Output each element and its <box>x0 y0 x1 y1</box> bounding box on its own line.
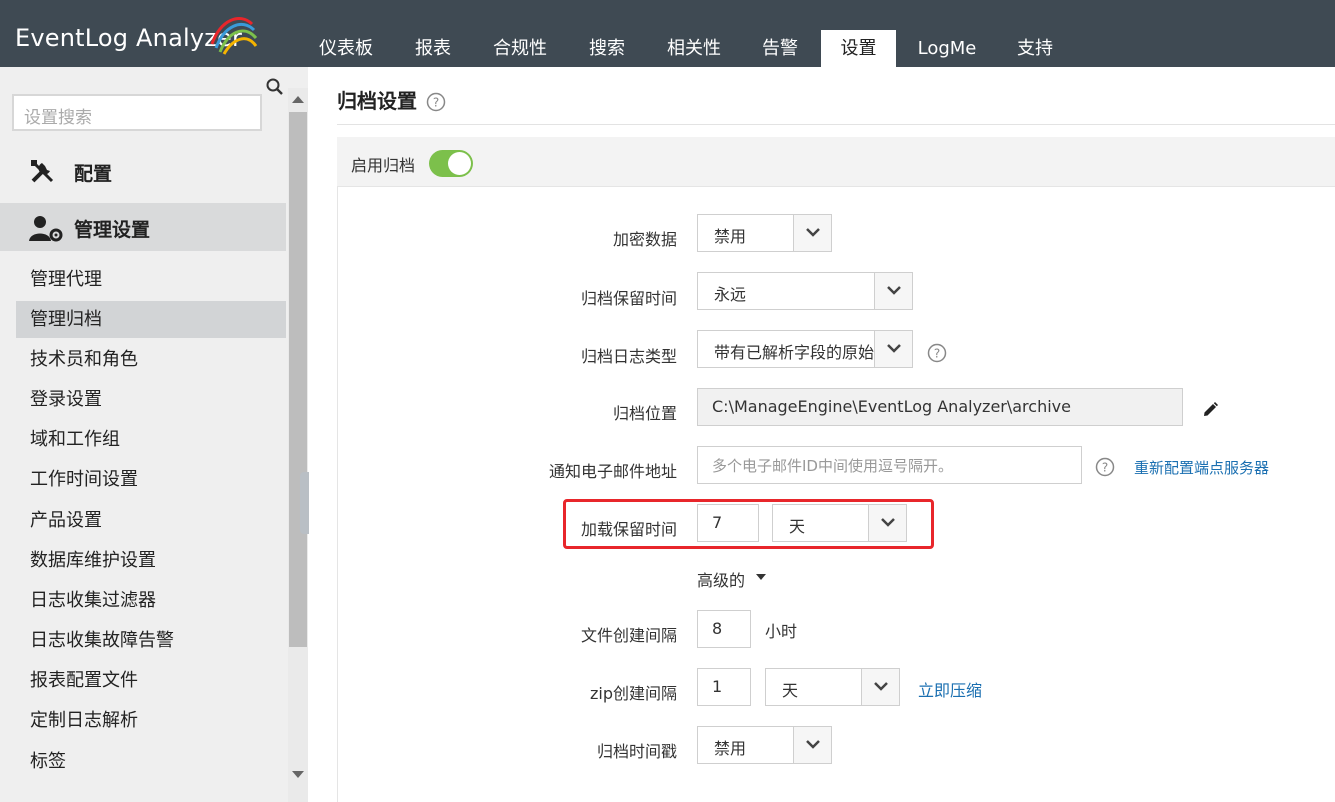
retention-value: 永远 <box>714 285 747 304</box>
help-icon[interactable]: ? <box>1095 457 1115 477</box>
tab-settings[interactable]: 设置 <box>821 30 896 67</box>
enable-archive-toggle[interactable] <box>429 150 473 177</box>
reconfigure-endpoint-link[interactable]: 重新配置端点服务器 <box>1134 457 1269 478</box>
sidebar-item-manage-agents[interactable]: 管理代理 <box>16 261 286 298</box>
sidebar-collapse-handle[interactable] <box>300 472 309 534</box>
tab-support[interactable]: 支持 <box>1002 30 1068 67</box>
help-icon[interactable]: ? <box>927 343 947 363</box>
settings-search-input[interactable]: 设置搜索 <box>12 94 262 131</box>
title-divider <box>337 124 1335 125</box>
svg-text:?: ? <box>1102 461 1108 475</box>
retention-label: 归档保留时间 <box>580 289 677 308</box>
search-icon[interactable] <box>266 78 284 96</box>
zip-interval-input[interactable]: 1 <box>697 668 751 706</box>
zip-interval-label: zip创建间隔 <box>589 684 677 703</box>
tools-icon <box>31 160 54 183</box>
sidebar-item-collection-failure-alerts[interactable]: 日志收集故障告警 <box>16 622 286 659</box>
tab-logme[interactable]: LogMe <box>906 30 988 67</box>
chevron-down-icon <box>874 331 912 367</box>
retention-select[interactable]: 永远 <box>697 272 913 310</box>
sidebar-section-config[interactable]: 配置 <box>0 147 286 195</box>
page-title: 归档设置 <box>337 89 417 113</box>
timestamp-select[interactable]: 禁用 <box>697 726 832 764</box>
tab-compliance[interactable]: 合规性 <box>481 30 559 67</box>
sidebar-section-config-label: 配置 <box>74 163 113 185</box>
scroll-down-icon[interactable] <box>292 771 304 779</box>
timestamp-value: 禁用 <box>714 739 747 758</box>
tab-dashboard[interactable]: 仪表板 <box>305 30 387 67</box>
location-label: 归档位置 <box>612 404 677 423</box>
sidebar-item-report-profiles[interactable]: 报表配置文件 <box>16 662 286 699</box>
log-type-select[interactable]: 带有已解析字段的原始 <box>697 330 913 368</box>
timestamp-label: 归档时间戳 <box>596 742 677 761</box>
sidebar-section-admin[interactable]: 管理设置 <box>0 203 286 251</box>
sidebar-item-tags[interactable]: 标签 <box>16 743 286 780</box>
load-retention-unit-value: 天 <box>789 517 806 536</box>
chevron-down-icon <box>793 215 831 251</box>
help-icon[interactable]: ? <box>426 92 446 112</box>
notification-email-input[interactable]: 多个电子邮件ID中间使用逗号隔开。 <box>697 446 1082 484</box>
log-type-value: 带有已解析字段的原始 <box>714 343 874 362</box>
tab-search[interactable]: 搜索 <box>572 30 642 67</box>
sidebar-item-custom-log-parser[interactable]: 定制日志解析 <box>16 702 286 739</box>
log-type-label: 归档日志类型 <box>580 347 677 366</box>
compress-now-link[interactable]: 立即压缩 <box>918 677 982 701</box>
encrypt-value: 禁用 <box>714 227 747 246</box>
encrypt-label: 加密数据 <box>612 230 677 249</box>
sidebar-item-product-settings[interactable]: 产品设置 <box>16 502 286 539</box>
scroll-up-icon[interactable] <box>292 95 304 103</box>
sidebar-item-working-hours[interactable]: 工作时间设置 <box>16 461 286 498</box>
load-retention-label: 加载保留时间 <box>580 520 677 539</box>
email-label: 通知电子邮件地址 <box>548 462 677 481</box>
zip-interval-unit-value: 天 <box>782 681 799 700</box>
enable-archive-label: 启用归档 <box>351 156 416 175</box>
chevron-down-icon <box>793 727 831 763</box>
edit-pencil-icon[interactable] <box>1201 401 1219 419</box>
file-interval-label: 文件创建间隔 <box>580 626 677 645</box>
logo-swoosh-icon <box>210 17 258 55</box>
file-interval-unit: 小时 <box>765 622 798 641</box>
sidebar-item-manage-archive[interactable]: 管理归档 <box>16 301 286 338</box>
tab-alerts[interactable]: 告警 <box>747 30 813 67</box>
encrypt-select[interactable]: 禁用 <box>697 214 832 252</box>
load-retention-input[interactable]: 7 <box>697 504 759 542</box>
chevron-down-icon <box>861 669 899 705</box>
zip-interval-unit-select[interactable]: 天 <box>765 668 900 706</box>
load-retention-unit-select[interactable]: 天 <box>772 504 907 542</box>
sidebar-item-domains-workgroups[interactable]: 域和工作组 <box>16 421 286 458</box>
sidebar-item-db-maintenance[interactable]: 数据库维护设置 <box>16 542 286 579</box>
sidebar-section-admin-label: 管理设置 <box>74 219 151 241</box>
toggle-knob <box>448 152 471 175</box>
sidebar-scroll-thumb[interactable] <box>289 112 307 647</box>
tab-reports[interactable]: 报表 <box>395 30 471 67</box>
svg-text:?: ? <box>433 96 439 110</box>
chevron-down-icon <box>874 273 912 309</box>
advanced-toggle-label[interactable]: 高级的 <box>697 567 745 591</box>
sidebar-item-technicians-roles[interactable]: 技术员和角色 <box>16 341 286 378</box>
tab-correlation[interactable]: 相关性 <box>655 30 733 67</box>
svg-text:?: ? <box>934 347 940 361</box>
chevron-down-icon <box>868 505 906 541</box>
sidebar-item-login-settings[interactable]: 登录设置 <box>16 381 286 418</box>
caret-down-icon[interactable] <box>755 573 767 581</box>
archive-location-field[interactable]: C:\ManageEngine\EventLog Analyzer\archiv… <box>697 388 1183 426</box>
sidebar-item-log-filters[interactable]: 日志收集过滤器 <box>16 582 286 619</box>
user-gear-icon <box>29 216 63 242</box>
archive-panel-header <box>337 137 1335 187</box>
file-interval-input[interactable]: 8 <box>697 610 751 648</box>
